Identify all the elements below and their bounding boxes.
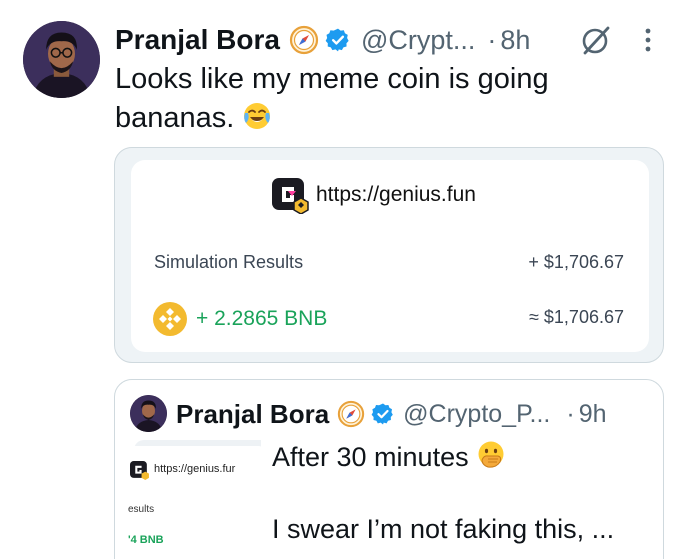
thumb-results: esults: [128, 504, 155, 515]
thumb-bnb: '4 BNB: [128, 534, 164, 546]
tweet-timestamp[interactable]: 8h: [500, 25, 530, 56]
verified-badge-icon: [325, 27, 351, 53]
thumb-genius-logo-icon: [130, 460, 150, 480]
quote-header: Pranjal Bora @Crypto_P... · 9h: [176, 396, 607, 432]
tweet-header: Pranjal Bora @Crypt... · 8h: [115, 20, 530, 60]
quote-author-name: Pranjal Bora: [176, 398, 330, 429]
simulation-results-value: + $1,706.67: [528, 252, 624, 272]
quote-timestamp: 9h: [578, 399, 607, 428]
site-row: https://genius.fun: [272, 176, 476, 215]
quote-text-line2: I swear I’m not faking this, ...: [272, 514, 615, 544]
genius-logo-icon: [272, 176, 310, 215]
quote-media-thumbnail[interactable]: https://genius.fur esults '4 BNB: [126, 440, 261, 559]
bnb-row: + 2.2865 BNB: [152, 301, 327, 337]
site-url: https://genius.fun: [316, 183, 476, 206]
approx-value: ≈ $1,706.67: [529, 307, 624, 327]
quote-author-handle: @Crypto_P...: [403, 399, 551, 428]
more-options-icon[interactable]: [638, 24, 658, 56]
hand-over-mouth-emoji-icon: [476, 440, 506, 477]
quote-verified-badge-icon: [371, 402, 395, 426]
compass-badge-icon: [289, 25, 319, 55]
separator-dot: ·: [487, 24, 497, 55]
simulation-results-label: Simulation Results: [154, 252, 304, 272]
tears-of-joy-emoji-icon: [242, 101, 272, 142]
quote-separator-dot: ·: [566, 399, 575, 428]
quote-author-avatar[interactable]: [130, 395, 167, 432]
bnb-amount: + 2.2865 BNB: [196, 307, 328, 330]
author-avatar[interactable]: [23, 21, 100, 98]
thumb-url: https://genius.fur: [154, 463, 236, 475]
tweet-text-body: Looks like my meme coin is going bananas…: [115, 63, 549, 134]
quote-text-line1-body: After 30 minutes: [272, 442, 469, 472]
author-name[interactable]: Pranjal Bora: [115, 24, 280, 56]
quote-text-line1: After 30 minutes: [272, 440, 506, 477]
quote-compass-badge-icon: [337, 400, 365, 428]
tweet-text: Looks like my meme coin is going bananas…: [115, 60, 585, 142]
author-handle[interactable]: @Crypt...: [361, 25, 475, 56]
grok-icon[interactable]: [578, 22, 614, 58]
bnb-coin-icon: [152, 301, 188, 337]
